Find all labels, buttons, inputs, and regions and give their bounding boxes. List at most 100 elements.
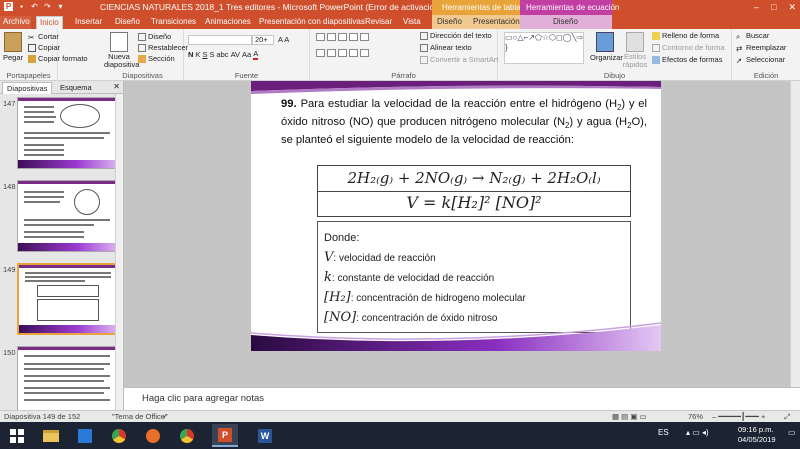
language-icon[interactable]: ✓ [162,412,168,421]
shape-fill-button[interactable]: Relleno de forma [652,31,719,40]
equation-table[interactable]: 2H₂₍g₎ + 2NO₍g₎ → N₂₍g₎ + 2H₂O₍l₎ V = k[… [317,165,631,217]
font-color-icon[interactable]: A [253,49,259,60]
input-language[interactable]: ES [658,428,669,437]
zoom-slider[interactable]: – ━━━━━┃━━━ + [712,412,765,421]
select-button[interactable]: ➚ Seleccionar [736,55,785,65]
clock-time[interactable]: 09:16 p.m. [738,425,773,434]
numbering-icon[interactable] [327,33,336,41]
slide-thumbnail-row[interactable]: 148 [0,180,124,254]
slide-thumbnail-147[interactable] [17,97,117,169]
tab-diseno[interactable]: Diseño [112,16,143,29]
layout-button[interactable]: Diseño [138,32,171,41]
panel-scrollbar[interactable] [115,94,123,410]
notes-placeholder[interactable]: Haga clic para agregar notas [142,393,264,404]
notes-pane[interactable]: Haga clic para agregar notas [124,387,800,410]
slide-thumbnail-row[interactable]: 149 [0,263,124,337]
firefox-taskbar-button[interactable] [140,424,166,447]
customize-qat-icon[interactable]: ▾ [56,2,65,11]
rate-law-equation[interactable]: V = k[H₂]² [NO]² [318,193,630,212]
clock-date[interactable]: 04/05/2019 [738,435,776,444]
line-spacing-icon[interactable] [360,33,369,41]
text-direction-button[interactable]: Dirección del texto [420,31,492,40]
bold-icon[interactable]: N [188,50,193,59]
powerpoint-taskbar-button[interactable]: P [212,424,238,447]
decrease-indent-icon[interactable] [338,33,347,41]
strikethrough-icon[interactable]: abc [216,50,228,59]
new-slide-button[interactable]: Nueva diapositiva [104,32,139,69]
shadow-icon[interactable]: S [209,50,214,59]
view-buttons[interactable]: ▦ ▤ ▣ ▭ [612,412,647,421]
fit-slide-icon[interactable]: ⤢ [784,412,790,422]
explorer-taskbar-button[interactable] [38,424,64,447]
quick-styles-button[interactable]: Estilos rápidos [622,32,648,69]
arrange-button[interactable]: Organizar [590,32,623,62]
font-family-combo[interactable] [188,35,252,45]
slide-thumbnail-148[interactable] [17,180,117,252]
format-painter-button[interactable]: Copiar formato [28,54,88,63]
spacing-icon[interactable]: AV [231,50,240,59]
start-button[interactable] [4,424,30,447]
align-text-button[interactable]: Alinear texto [420,43,472,52]
replace-button[interactable]: ⇄ Reemplazar [736,43,786,53]
font-grow-icon[interactable]: A A [278,35,289,44]
underline-icon[interactable]: S [202,50,207,59]
align-center-icon[interactable] [327,49,336,57]
bullets-icon[interactable] [316,33,325,41]
tab-insertar[interactable]: Insertar [72,16,105,29]
shape-outline-button[interactable]: Contorno de forma [652,43,725,52]
align-left-icon[interactable] [316,49,325,57]
slide-thumbnail-150[interactable] [17,346,117,418]
section-button[interactable]: Sección [138,54,175,63]
tab-esquema[interactable]: Esquema [56,82,96,93]
save-icon[interactable]: ▪ [17,2,26,11]
shape-effects-button[interactable]: Efectos de formas [652,55,722,64]
group-portapapeles: Pegar ✂ Cortar Copiar Copiar formato Port… [0,29,88,81]
minimize-icon[interactable]: – [754,2,759,13]
font-size-combo[interactable]: 20+ [252,35,274,45]
find-button[interactable]: ⌕ Buscar [736,31,769,41]
increase-indent-icon[interactable] [349,33,358,41]
copy-button[interactable]: Copiar [28,43,60,52]
notifications-icon[interactable]: ▭ [788,428,796,437]
tab-presentacion[interactable]: Presentación con diapositivas [256,16,368,29]
store-taskbar-button[interactable] [72,424,98,447]
tab-diapositivas[interactable]: Diapositivas [2,82,53,94]
slide-thumbnail-row[interactable]: 147 [0,97,124,171]
question-text[interactable]: 99. Para estudiar la velocidad de la reac… [281,97,647,147]
maximize-icon[interactable]: □ [771,2,776,13]
tab-inicio[interactable]: Inicio [36,16,63,29]
smartart-button[interactable]: Convertir a SmartArt [420,55,498,64]
cut-button[interactable]: ✂ Cortar [28,32,59,42]
shapes-gallery[interactable]: ▭○△⌐↗⬠☆⬡◻◯╲⇨⇩{ } [504,32,584,64]
italic-icon[interactable]: K [195,50,200,59]
zoom-level[interactable]: 76% [688,412,703,421]
close-icon[interactable]: ✕ [788,2,796,13]
close-panel-icon[interactable]: ✕ [113,82,120,91]
chrome-2-taskbar-button[interactable] [174,424,200,447]
chrome-taskbar-button[interactable] [106,424,132,447]
undo-icon[interactable]: ↶ [30,2,39,11]
tab-animaciones[interactable]: Animaciones [202,16,254,29]
definitions-box[interactable]: Donde: V: velocidad de reacción k: const… [317,221,631,333]
tray-icons[interactable]: ▴ ▭ ◂) [686,428,709,437]
tab-archivo[interactable]: Archivo [0,16,31,29]
tab-revisar[interactable]: Revisar [362,16,395,29]
current-slide[interactable]: 99. Para estudiar la velocidad de la reac… [251,81,661,351]
slide-thumbnail-row[interactable]: 150 [0,346,124,420]
align-right-icon[interactable] [338,49,347,57]
tab-diseno-ecuacion[interactable]: Diseño [550,16,581,29]
paste-button[interactable]: Pegar [2,32,24,62]
word-taskbar-button[interactable]: W [252,424,278,447]
case-icon[interactable]: Aa [242,50,251,59]
tab-vista[interactable]: Vista [400,16,424,29]
reset-button[interactable]: Restablecer [138,43,188,52]
tab-diseno-tabla[interactable]: Diseño [434,16,465,29]
redo-icon[interactable]: ↷ [43,2,52,11]
tab-transiciones[interactable]: Transiciones [148,16,199,29]
columns-icon[interactable] [360,49,369,57]
justify-icon[interactable] [349,49,358,57]
slide-scrollbar[interactable] [790,81,800,387]
tab-presentacion-tabla[interactable]: Presentación [470,16,523,29]
slide-thumbnail-149[interactable] [17,263,117,335]
reaction-equation[interactable]: 2H₂₍g₎ + 2NO₍g₎ → N₂₍g₎ + 2H₂O₍l₎ [318,169,630,187]
